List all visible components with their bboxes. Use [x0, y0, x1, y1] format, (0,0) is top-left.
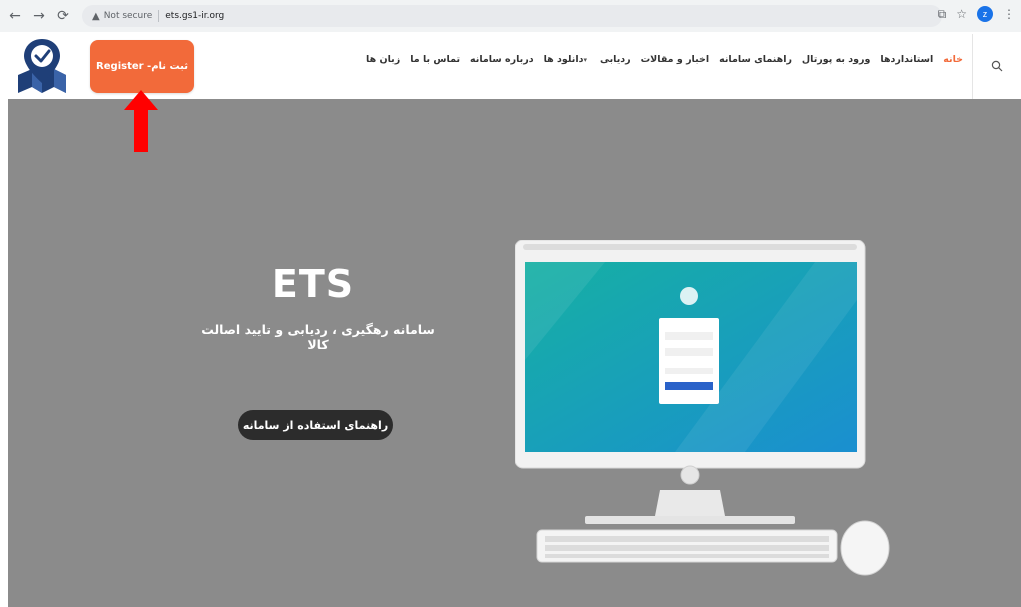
omnibox-divider — [158, 10, 160, 22]
security-label: Not secure — [103, 11, 153, 21]
hero-subtitle: سامانه رهگیری ، ردیابی و تایید اصالت کال… — [201, 322, 435, 352]
reload-icon[interactable]: ⟳ — [54, 7, 72, 25]
warning-icon: ▲ — [92, 10, 100, 22]
forward-icon[interactable]: → — [30, 7, 48, 25]
browser-actions: ⧉ ☆ z ⋮ — [938, 6, 1015, 22]
menu-item-news[interactable]: اخبار و مقالات — [641, 54, 709, 65]
computer-illustration — [515, 240, 890, 576]
menu-item-about[interactable]: درباره سامانه — [470, 54, 534, 65]
address-bar[interactable]: ▲ Not secure ets.gs1-ir.org — [82, 5, 942, 27]
menu-item-home[interactable]: خانه — [943, 54, 963, 65]
menu-item-standards[interactable]: استانداردها — [880, 54, 933, 65]
search-icon[interactable] — [991, 60, 1003, 72]
menu-item-downloads[interactable]: دانلود ها▾ — [544, 54, 590, 65]
star-icon[interactable]: ☆ — [956, 7, 967, 21]
downloads-label: دانلود ها — [543, 54, 584, 65]
main-menu: خانه استانداردها ورود به پورتال راهنمای … — [366, 54, 963, 65]
back-icon[interactable]: ← — [6, 7, 24, 25]
menu-item-languages[interactable]: زبان ها — [366, 54, 400, 65]
guide-button[interactable]: راهنمای استفاده از سامانه — [238, 410, 393, 440]
menu-item-system-guide[interactable]: راهنمای سامانه — [719, 54, 792, 65]
menu-item-portal-login[interactable]: ورود به پورتال — [802, 54, 870, 65]
red-arrow-icon — [124, 90, 158, 152]
translate-icon[interactable]: ⧉ — [938, 7, 947, 22]
kebab-menu-icon[interactable]: ⋮ — [1003, 7, 1015, 21]
header-divider — [972, 34, 973, 99]
menu-item-tracking[interactable]: ردیابی — [600, 54, 631, 65]
browser-toolbar: ← → ⟳ ▲ Not secure ets.gs1-ir.org ⧉ ☆ z … — [0, 0, 1021, 32]
chevron-down-icon: ▾ — [583, 56, 587, 64]
hero-title: ETS — [271, 262, 355, 306]
profile-avatar[interactable]: z — [977, 6, 993, 22]
register-button[interactable]: Register -ثبت نام — [90, 40, 194, 93]
url-text: ets.gs1-ir.org — [165, 11, 225, 21]
site-header: Register -ثبت نام خانه استانداردها ورود … — [8, 32, 1021, 99]
menu-item-contact[interactable]: تماس با ما — [410, 54, 460, 65]
logo-icon[interactable] — [14, 35, 70, 95]
